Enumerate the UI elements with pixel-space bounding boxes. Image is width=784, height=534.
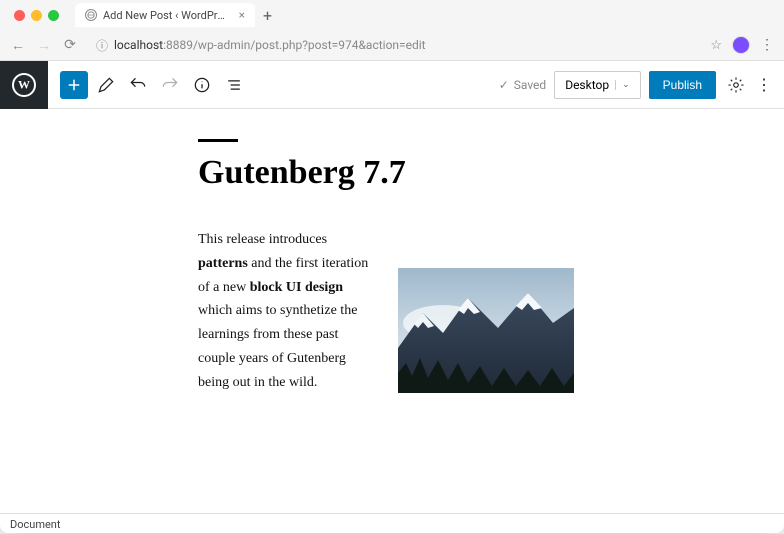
globe-icon [85,9,97,21]
undo-button[interactable] [124,71,152,99]
address-bar: ← → ⟳ ⓘ localhost:8889/wp-admin/post.php… [0,30,784,60]
close-window-button[interactable] [14,10,25,21]
list-icon [224,75,244,95]
profile-avatar[interactable] [732,36,750,54]
url-host: localhost [114,38,163,52]
chevron-down-icon: ⌄ [615,80,630,90]
gear-icon [727,76,745,94]
browser-tab[interactable]: Add New Post ‹ WordPress De × [75,3,255,27]
url-input[interactable]: ⓘ localhost:8889/wp-admin/post.php?post=… [88,34,690,57]
outline-button[interactable] [220,71,248,99]
forward-button[interactable]: → [36,37,52,54]
columns-block[interactable]: This release introduces patterns and the… [198,228,598,397]
redo-button[interactable] [156,71,184,99]
settings-button[interactable] [724,73,748,97]
redo-icon [160,75,180,95]
add-block-button[interactable] [60,71,88,99]
new-tab-button[interactable]: + [263,6,272,25]
breadcrumb[interactable]: Document [10,518,60,531]
info-icon: ⓘ [96,37,108,54]
more-menu-button[interactable]: ⋮ [754,75,774,94]
editor-toolbar: ✓ Saved Desktop ⌄ Publish ⋮ [0,61,784,109]
edit-mode-button[interactable] [92,71,120,99]
save-status: ✓ Saved [499,78,547,92]
close-tab-icon[interactable]: × [239,8,245,22]
mountain-image [398,268,574,393]
preview-label: Desktop [565,78,609,92]
minimize-window-button[interactable] [31,10,42,21]
editor-footer: Document [0,513,784,534]
star-icon[interactable]: ☆ [710,38,722,53]
plus-icon [65,76,83,94]
wordpress-logo[interactable] [0,61,48,109]
tab-title: Add New Post ‹ WordPress De [103,9,229,22]
browser-chrome: Add New Post ‹ WordPress De × + ← → ⟳ ⓘ … [0,0,784,61]
editor-canvas[interactable]: Gutenberg 7.7 This release introduces pa… [0,109,784,513]
info-icon [192,75,212,95]
title-separator [198,139,238,142]
check-icon: ✓ [499,78,509,92]
pencil-icon [96,75,116,95]
undo-icon [128,75,148,95]
publish-button[interactable]: Publish [649,71,716,99]
reload-button[interactable]: ⟳ [62,37,78,53]
maximize-window-button[interactable] [48,10,59,21]
back-button[interactable]: ← [10,37,26,54]
window-controls [8,10,65,21]
url-port: :8889 [163,38,193,52]
post-title[interactable]: Gutenberg 7.7 [198,154,598,192]
preview-dropdown[interactable]: Desktop ⌄ [554,71,640,99]
info-button[interactable] [188,71,216,99]
paragraph-block[interactable]: This release introduces patterns and the… [198,228,378,395]
browser-menu-icon[interactable]: ⋮ [760,37,774,53]
url-path: /wp-admin/post.php?post=974&action=edit [193,38,426,52]
saved-label: Saved [514,78,546,92]
wordpress-icon [12,73,36,97]
tab-bar: Add New Post ‹ WordPress De × + [0,0,784,30]
image-block[interactable] [398,228,574,397]
